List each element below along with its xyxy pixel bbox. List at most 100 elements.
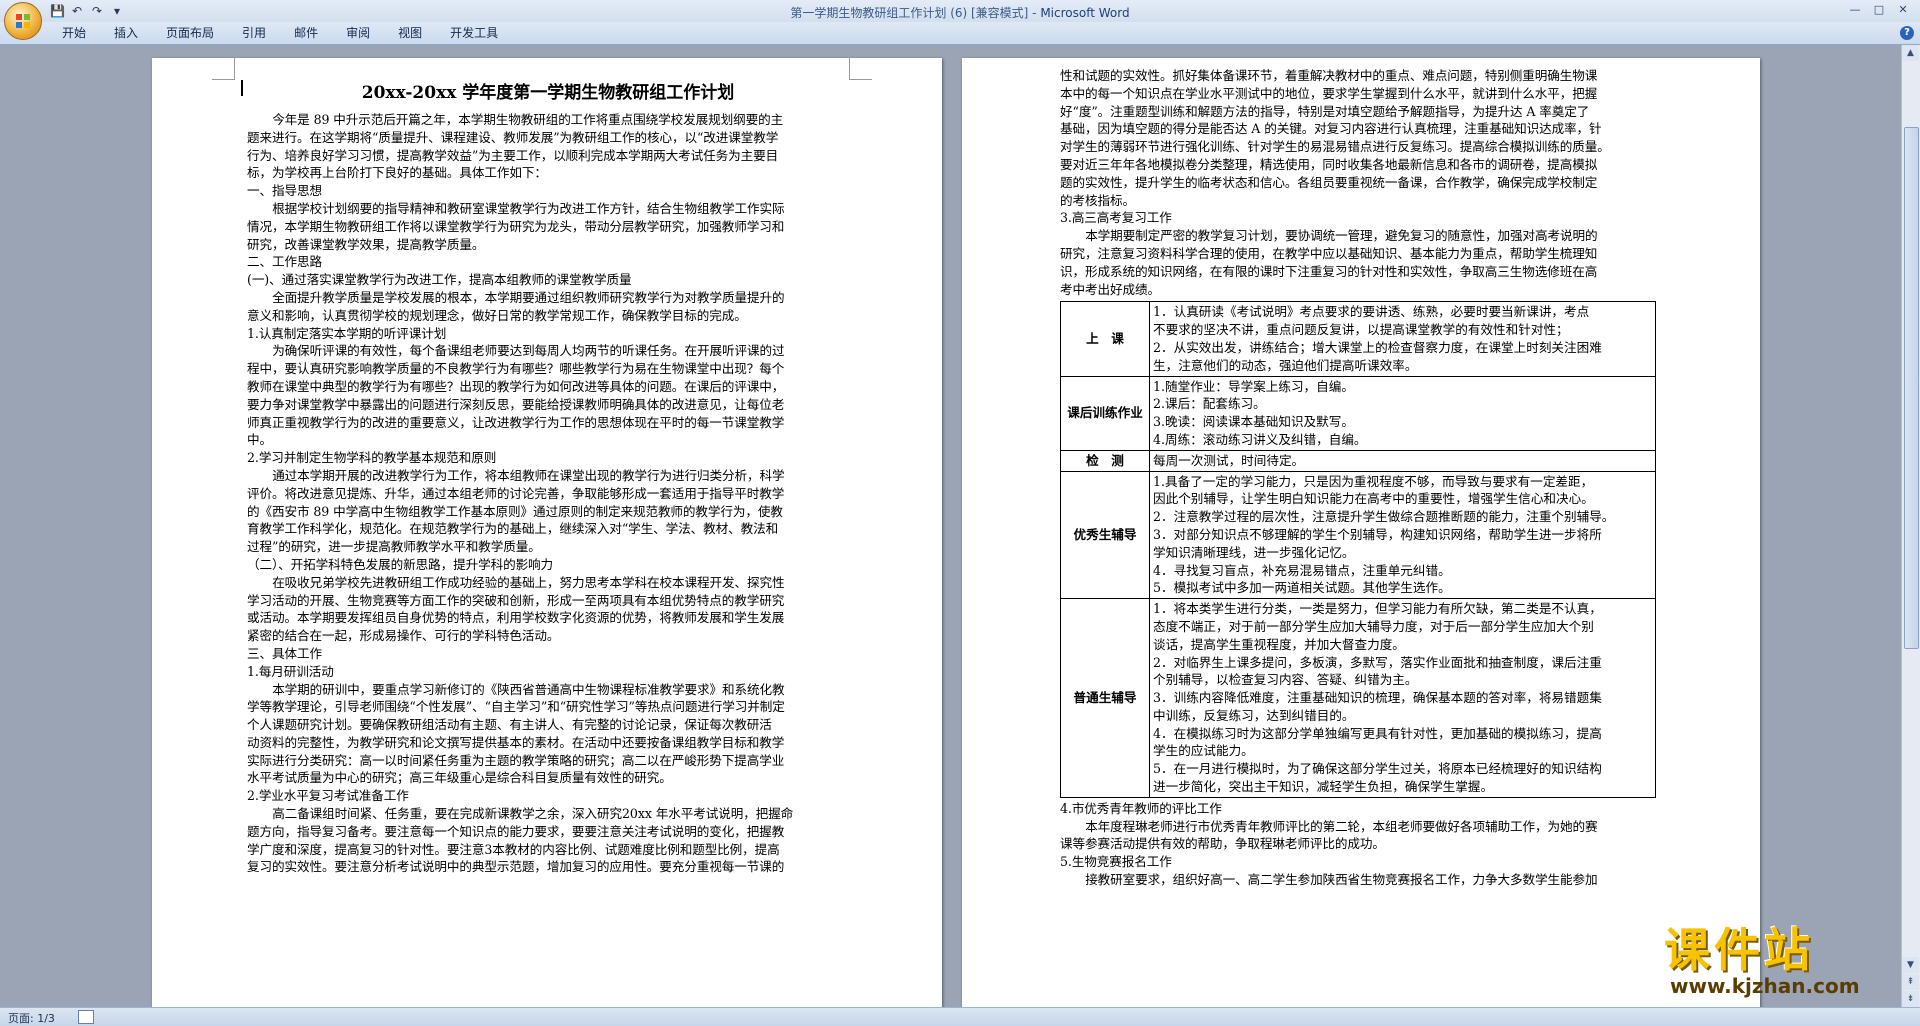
scroll-down-icon[interactable]: ▼ (1902, 957, 1919, 973)
table-content-cell[interactable]: 1.具备了一定的学习能力，只是因为重视程度不够，而导致与要求有一定差距， 因此个… (1149, 470, 1656, 600)
paragraph-line: 紧密的结合在一起，形成易操作、可行的学科特色活动。 (247, 628, 560, 644)
paragraph-line: 标，为学校再上台阶打下良好的基础。具体工作如下： (247, 165, 547, 181)
paragraph-line: 的考核指标。 (1060, 192, 1135, 208)
table-item: 3.晚读：阅读课本基础知识及默写。 (1153, 414, 1354, 430)
table-content-cell[interactable]: 1.随堂作业：导学案上练习，自编。 2.课后：配套练习。 3.晚读：阅读课本基础… (1149, 375, 1656, 451)
paragraph-line: 评价。将改进意见提炼、升华，通过本组老师的讨论完善，争取能够形成一套适用于指导平… (247, 485, 785, 501)
document-area[interactable]: 20xx-20xx 学年度第一学期生物教研组工作计划 今年是 89 中升示范后开… (0, 45, 1902, 1007)
paragraph-line: 程中，要认真研究影响教学质量的不良教学行为有哪些？哪些教学行为易在生物课堂中出现… (247, 361, 785, 377)
minimize-button[interactable]: — (1844, 2, 1866, 18)
table-item: 个别辅导，以检查复习内容、答疑、纠错为主。 (1153, 672, 1418, 688)
table-content-cell[interactable]: 1．将本类学生进行分类，一类是努力，但学习能力有所欠缺，第二类是不认真， 态度不… (1149, 598, 1656, 798)
item-heading: 1.每月研训活动 (247, 663, 334, 679)
table-category-cell[interactable]: 优秀生辅导 (1060, 470, 1150, 600)
table-item: 4．在模拟练习时为这部分学单独编写更具有针对性，更加基础的模拟练习，提高 (1153, 725, 1602, 741)
table-item: 5．模拟考试中多加一两道相关试题。其他学生选作。 (1153, 580, 1451, 596)
paragraph-line: 情况，本学期生物教研组工作将以课堂教学行为研究为龙头，带动分层教学研究，加强教师… (247, 218, 785, 234)
page-indicator[interactable]: 页面: 1/3 (8, 1010, 55, 1026)
paragraph-line: 过程”的研究，进一步提高教师教学水平和教学质量。 (247, 539, 541, 555)
subsection-heading: (一)、通过落实课堂教学行为改进工作，提高本组教师的课堂教学质量 (247, 272, 632, 288)
paragraph-line: 意义和影响，认真贯彻学校的规划理念，做好日常的教学常规工作，确保教学目标的完成。 (247, 307, 747, 323)
item-heading: 3.高三高考复习工作 (1060, 210, 1172, 226)
text-cursor (241, 80, 243, 96)
table-item: 4.周练：滚动练习讲义及纠错，自编。 (1153, 431, 1367, 447)
table-row: 上 课 1．认真研读《考试说明》考点要求的要讲透、练熟，必要时要当新课讲，考点 … (1060, 301, 1656, 377)
item-heading: 5.生物竞赛报名工作 (1060, 854, 1172, 870)
watermark-text: 课件站 (1664, 923, 1814, 977)
office-button[interactable] (4, 2, 42, 40)
table-item: 3．对部分知识点不够理解的学生个别辅导，构建知识网络，帮助学生进一步将所 (1153, 526, 1602, 542)
tab-review[interactable]: 审阅 (332, 25, 384, 41)
paragraph-line: 考中考出好成绩。 (1060, 281, 1160, 297)
table-item: 1.具备了一定的学习能力，只是因为重视程度不够，而导致与要求有一定差距， (1153, 473, 1594, 489)
table-category-cell[interactable]: 普通生辅导 (1060, 598, 1150, 798)
tab-mailings[interactable]: 邮件 (280, 25, 332, 41)
paragraph-line: 育教学工作科学化，规范化。在规范教学行为的基础上，继续深入对“学生、学法、教材、… (247, 521, 779, 537)
ribbon-tab-bar: 开始 插入 页面布局 引用 邮件 审阅 视图 开发工具 ? (0, 22, 1920, 45)
status-bar: 页面: 1/3 (0, 1007, 1920, 1026)
table-item: 2．从实效出发，讲练结合；增大课堂上的检查督察力度，在课堂上时刻关注困难 (1153, 339, 1602, 355)
paragraph-line: 教师在课堂中典型的教学行为有哪些？出现的教学行为如何改进等具体的问题。在课后的评… (247, 378, 785, 394)
paragraph-line: 本学期要制定严密的教学复习计划，要协调统一管理，避免复习的随意性，加强对高考说明… (1085, 228, 1598, 244)
paragraph-line: 学广度和深度，提高复习的针对性。要注意3本教材的内容比例、试题难度比例和题型比例… (247, 841, 780, 857)
table-content-cell[interactable]: 1．认真研读《考试说明》考点要求的要讲透、练熟，必要时要当新课讲，考点 不要求的… (1149, 301, 1656, 377)
table-row: 课后训练作业 1.随堂作业：导学案上练习，自编。 2.课后：配套练习。 3.晚读… (1060, 375, 1656, 451)
table-item: 学生的应试能力。 (1153, 743, 1254, 759)
paragraph-line: 研究，注意复习资料科学合理的使用，在教学中应以基础知识、基本能力为重点，帮助学生… (1060, 245, 1598, 261)
paragraph-line: 水平考试质量为中心的研究；高三年级重心是综合科目复质量有效性的研究。 (247, 770, 672, 786)
table-item: 3．训练内容降低难度，注重基础知识的梳理，确保基本题的答对率，将易错题集 (1153, 690, 1602, 706)
paragraph-line: 性和试题的实效性。抓好集体备课环节，着重解决教材中的重点、难点问题，特别侧重明确… (1060, 68, 1598, 83)
page-2[interactable]: 性和试题的实效性。抓好集体备课环节，着重解决教材中的重点、难点问题，特别侧重明确… (962, 58, 1760, 1007)
page-1[interactable]: 20xx-20xx 学年度第一学期生物教研组工作计划 今年是 89 中升示范后开… (152, 57, 942, 1007)
next-page-icon[interactable]: ⇟ (1902, 991, 1919, 1007)
table-item: 1．将本类学生进行分类，一类是努力，但学习能力有所欠缺，第二类是不认真， (1153, 601, 1602, 617)
previous-page-icon[interactable]: ⇞ (1902, 974, 1919, 990)
help-icon[interactable]: ? (1900, 26, 1914, 40)
review-plan-table[interactable]: 上 课 1．认真研读《考试说明》考点要求的要讲透、练熟，必要时要当新课讲，考点 … (1060, 301, 1656, 798)
macro-record-icon[interactable] (78, 1010, 94, 1024)
tab-view[interactable]: 视图 (384, 25, 436, 41)
maximize-button[interactable]: □ (1868, 2, 1890, 18)
table-item: 1.随堂作业：导学案上练习，自编。 (1153, 378, 1354, 394)
item-heading: 2.学习并制定生物学科的教学基本规范和原则 (247, 450, 497, 466)
paragraph-line: 师真正重视教学行为的改进的重要意义，让改进教学行为工作的思想体现在平时的每一节课… (247, 414, 785, 430)
paragraph-line: 根据学校计划纲要的指导精神和教研室课堂教学行为改进工作方针，结合生物组教学工作实… (272, 200, 785, 216)
table-category-cell[interactable]: 课后训练作业 (1060, 375, 1150, 451)
paragraph-line: 要力争对课堂教学中暴露出的问题进行深刻反思，要能给授课教师明确具体的改进意见，让… (247, 396, 785, 412)
table-item: 2．注意教学过程的层次性，注意提升学生做综合题推断题的能力，注重个别辅导。 (1153, 509, 1615, 525)
paragraph-line: 本学期的研训中，要重点学习新修订的《陕西省普通高中生物课程标准教学要求》和系统化… (272, 681, 785, 697)
paragraph-line: 基础，因为填空题的得分是能否达 A 的关键。对复习内容进行认真梳理，注重基础知识… (1060, 121, 1602, 137)
tab-insert[interactable]: 插入 (100, 25, 152, 41)
table-item: 2.课后：配套练习。 (1153, 396, 1266, 412)
close-button[interactable]: ✕ (1892, 2, 1914, 18)
office-logo-icon (16, 14, 30, 28)
subsection-heading: （二）、开拓学科特色发展的新思路，提升学科的影响力 (247, 556, 554, 572)
scrollbar-thumb[interactable] (1904, 127, 1919, 649)
table-category-cell[interactable]: 上 课 (1060, 301, 1150, 377)
tab-home[interactable]: 开始 (48, 25, 100, 41)
page-1-content: 20xx-20xx 学年度第一学期生物教研组工作计划 今年是 89 中升示范后开… (241, 76, 849, 876)
window-controls: — □ ✕ (1844, 2, 1914, 18)
paragraph-line: 在吸收兄弟学校先进教研组工作成功经验的基础上，努力思考本学科在校本课程开发、探究… (272, 574, 785, 590)
tab-developer[interactable]: 开发工具 (436, 25, 512, 41)
window-title: 第一学期生物教研组工作计划 (6) [兼容模式] - Microsoft Wor… (0, 4, 1920, 21)
paragraph-line: 本年度程琳老师进行市优秀青年教师评比的第二轮，本组老师要做好各项辅助工作，为她的… (1085, 818, 1598, 834)
vertical-scrollbar[interactable]: ▲ ▼ ⇞ ⇟ (1901, 45, 1920, 1007)
table-item: 进一步简化，突出主干知识，减轻学生负担，确保学生掌握。 (1153, 779, 1494, 795)
table-row: 检 测 每周一次测试，时间待定。 (1060, 449, 1656, 472)
table-category-cell[interactable]: 检 测 (1060, 449, 1150, 472)
section-heading: 二、工作思路 (247, 254, 322, 270)
table-content-cell[interactable]: 每周一次测试，时间待定。 (1149, 449, 1656, 472)
table-item: 5．在一月进行模拟时，为了确保这部分学生过关，将原本已经梳理好的知识结构 (1153, 761, 1602, 777)
item-heading: 4.市优秀青年教师的评比工作 (1060, 800, 1222, 816)
paragraph-line: 动资料的完整性，为教学研究和论文撰写提供基本的素材。在活动中还要按备课组教学目标… (247, 734, 785, 750)
watermark-url: www.kjzhan.com (1670, 974, 1860, 998)
tab-page-layout[interactable]: 页面布局 (152, 25, 228, 41)
app-name: Microsoft Word (1040, 6, 1130, 20)
table-item: 1．认真研读《考试说明》考点要求的要讲透、练熟，必要时要当新课讲，考点 (1153, 304, 1590, 320)
paragraph-line: 学习活动的开展、生物竞赛等方面工作的突破和创新，形成一至两项具有本组优势特点的教… (247, 592, 785, 608)
tab-references[interactable]: 引用 (228, 25, 280, 41)
table-item: 2．对临界生上课多提问，多板演，多默写，落实作业面批和抽查制度，课后注重 (1153, 654, 1602, 670)
scroll-up-icon[interactable]: ▲ (1902, 45, 1919, 61)
table-item: 谈话，提高学生重视程度，并加大督查力度。 (1153, 636, 1405, 652)
